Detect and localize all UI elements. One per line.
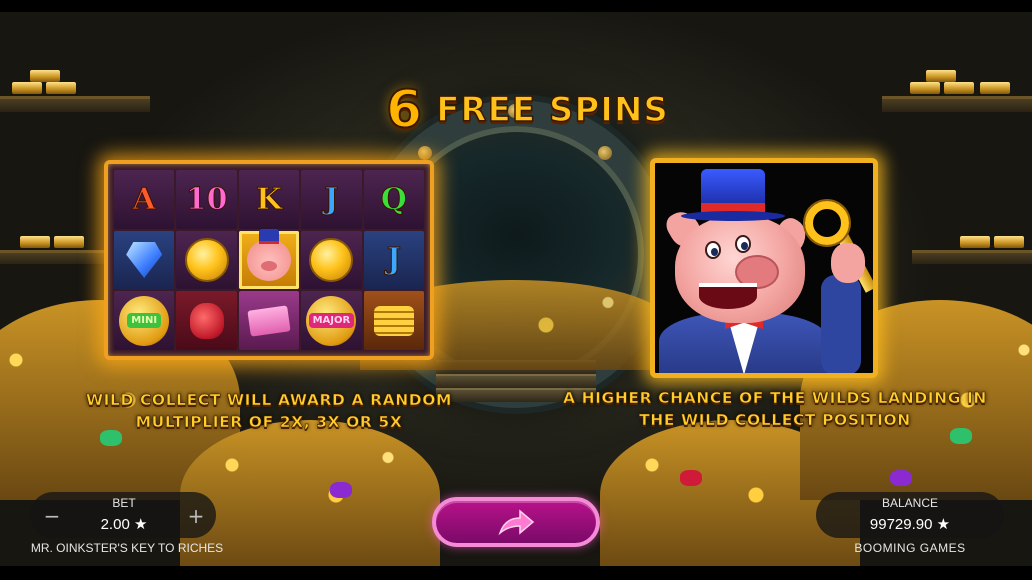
game-background: 6 FREE SPINS A 10 K J Q J MINI MAJOR WIL… [0,0,1032,580]
higher-chance-caption: A HIGHER CHANCE OF THE WILDS LANDING IN … [540,387,1010,431]
major-badge-label: MAJOR [308,313,355,329]
symbol-q: Q [363,170,424,229]
symbol-coin-stack [363,291,424,350]
feature-title: 6 FREE SPINS [385,79,686,141]
continue-button[interactable] [432,497,600,547]
gold-coin-icon [309,237,354,282]
symbol-j: J [301,170,362,229]
free-spins-count: 6 [385,79,423,141]
bet-label: BET [112,496,136,510]
symbol-a-label: A [132,181,156,217]
free-spins-label: FREE SPINS [435,89,669,131]
amethyst-gem [330,482,352,498]
mini-badge-label: MINI [127,313,162,329]
pig-smile [699,283,757,309]
gold-bar [20,236,50,248]
symbol-q-label: Q [380,181,407,217]
money-bag-icon [189,302,224,339]
wild-collect-caption: WILD COLLECT WILL AWARD A RANDOM MULTIPL… [62,389,476,433]
gold-bar [910,82,940,94]
symbol-k: K [238,170,300,229]
caption-line: A HIGHER CHANCE OF THE WILDS LANDING IN [563,389,987,408]
vault-bolt [598,146,612,160]
pig-wild-icon [246,228,291,281]
provider-logo: BOOMING GAMES [854,541,966,555]
symbol-j-label: J [386,242,401,278]
reel-grid-preview: A 10 K J Q J MINI MAJOR [104,160,434,360]
golden-key-icon [805,201,849,245]
pig-hand [831,243,865,283]
symbol-a: A [114,170,175,229]
vault-stair [436,374,596,388]
gold-bar [12,82,42,94]
major-coin-icon: MAJOR [306,295,357,346]
gold-bar [980,82,1010,94]
balance-value: 99729.90 ★ [869,516,951,533]
gold-bar [944,82,974,94]
shelf [0,96,150,112]
symbol-j: J [363,230,424,290]
gold-bar [994,236,1024,248]
pig-eye [705,241,721,259]
gold-bar [30,70,60,82]
increase-bet-button[interactable]: + [184,504,208,528]
caption-line: MULTIPLIER OF 2X, 3X OR 5X [135,413,403,432]
caption-line: WILD COLLECT WILL AWARD A RANDOM [85,391,453,410]
balance-label: BALANCE [881,496,939,510]
symbol-k-label: K [255,181,283,217]
symbol-money-bag [176,291,237,350]
gold-coin-icon [184,237,229,282]
caption-line: THE WILD COLLECT POSITION [639,411,911,430]
shelf [912,250,1032,264]
symbol-10: 10 [176,170,237,229]
symbol-coin [301,230,362,290]
wild-pig-portrait [650,158,878,378]
diamond-icon [126,241,163,278]
arrow-right-icon [498,509,535,536]
bottom-letterbox [0,566,1032,580]
pig-sleeve [821,275,861,373]
decrease-bet-button[interactable]: − [40,504,64,528]
symbol-10-label: 10 [185,181,228,217]
symbol-mini-coin: MINI [114,291,175,350]
bet-value: 2.00 ★ [100,516,148,533]
symbol-j-label: J [324,181,339,217]
ruby-gem [680,470,702,486]
cash-stack-icon [247,304,291,337]
shelf [882,96,1032,112]
shelf [0,250,120,264]
gold-bar [54,236,84,248]
pig-eye [735,235,751,253]
gold-bar [926,70,956,82]
symbol-diamond [114,230,175,290]
symbol-cash [238,291,300,350]
mini-coin-icon: MINI [119,295,170,346]
gold-bar [960,236,990,248]
coin-stack-icon [373,305,414,336]
game-name: MR. OINKSTER'S KEY TO RICHES [30,541,224,555]
amethyst-gem [890,470,912,486]
vault-bolt [418,146,432,160]
top-letterbox [0,0,1032,12]
gold-bar [46,82,76,94]
symbol-wild-pig [238,228,300,290]
symbol-major-coin: MAJOR [301,291,362,350]
symbol-coin [176,230,237,290]
hat-brim [681,211,785,221]
